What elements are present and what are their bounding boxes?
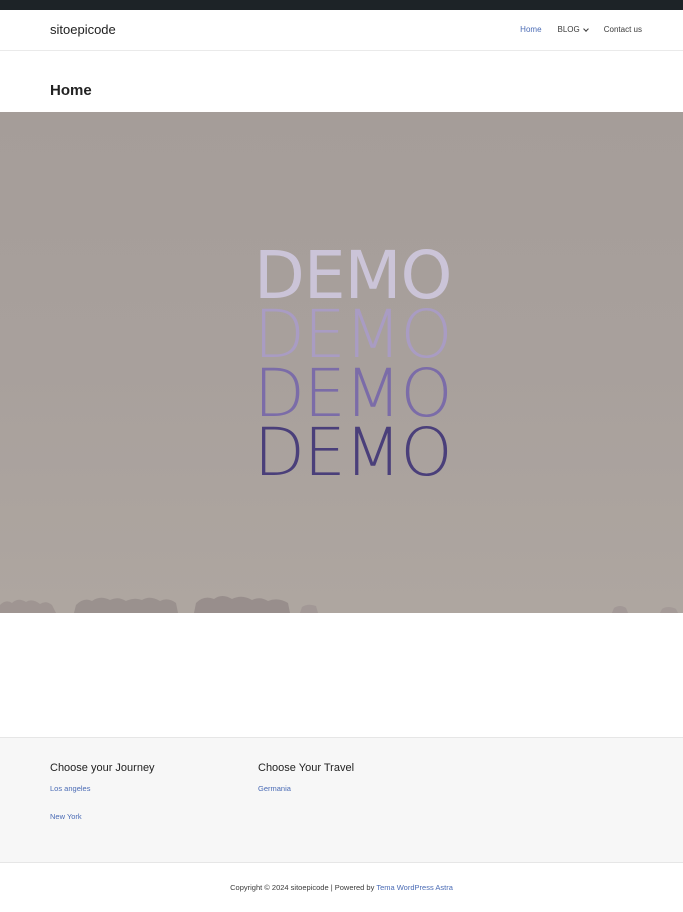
demo-text-stack: DEMO DEMO DEMO DEMO — [254, 243, 454, 491]
copyright-bar: Copyright © 2024 sitoepicode | Powered b… — [0, 883, 683, 892]
footer-widget-travel: Choose Your Travel Germania — [258, 762, 354, 812]
admin-top-strip — [0, 0, 683, 10]
widget-title: Choose your Journey — [50, 762, 155, 774]
site-header: sitoepicode Home BLOG Contact us — [0, 10, 683, 51]
page-title: Home — [50, 82, 92, 99]
treeline-silhouette — [0, 596, 678, 613]
footer-link-los-angeles[interactable]: Los angeles — [50, 784, 155, 793]
astra-theme-link[interactable]: Tema WordPress Astra — [376, 883, 453, 892]
nav-item-blog-label: BLOG — [557, 25, 580, 34]
nav-item-contact[interactable]: Contact us — [604, 25, 642, 34]
primary-navigation: Home BLOG Contact us — [504, 25, 642, 34]
chevron-down-icon — [582, 25, 589, 32]
footer-widget-journey: Choose your Journey Los angeles New York — [50, 762, 155, 840]
site-title-link[interactable]: sitoepicode — [50, 22, 116, 37]
footer-widgets: Choose your Journey Los angeles New York… — [0, 737, 683, 863]
demo-line-4: DEMO — [254, 414, 452, 491]
hero-cover: DEMO DEMO DEMO DEMO — [0, 112, 683, 613]
footer-link-germania[interactable]: Germania — [258, 784, 354, 793]
copyright-text: Copyright © 2024 sitoepicode | Powered b… — [230, 883, 377, 892]
nav-item-blog[interactable]: BLOG — [557, 25, 589, 34]
widget-title: Choose Your Travel — [258, 762, 355, 774]
nav-item-home[interactable]: Home — [520, 25, 541, 34]
footer-link-new-york[interactable]: New York — [50, 812, 155, 821]
